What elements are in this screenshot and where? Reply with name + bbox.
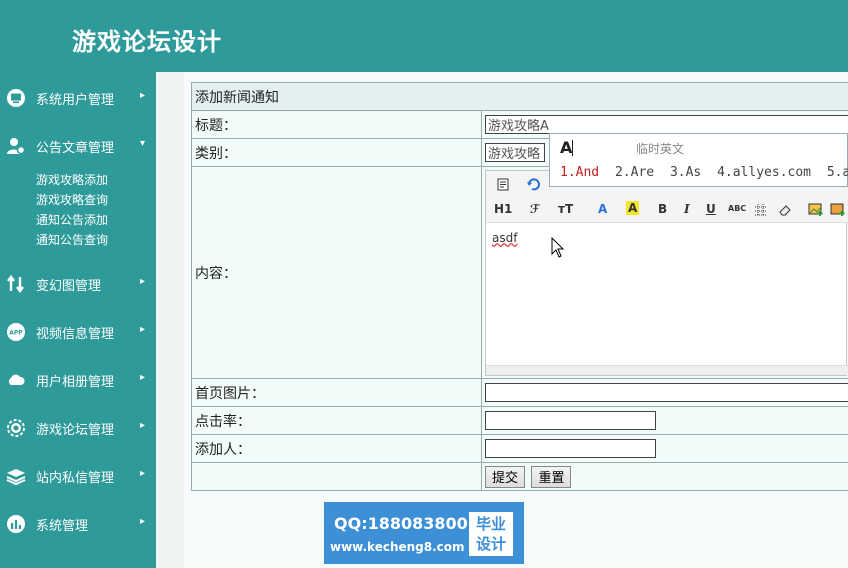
table-icon[interactable]	[754, 203, 768, 217]
bar-chart-icon	[7, 515, 25, 533]
font-size-button[interactable]: тT	[558, 202, 573, 216]
sidebar-item-system[interactable]: 系统管理 ▸	[0, 508, 156, 538]
content-gutter	[156, 72, 184, 568]
sidebar-item-label: 游戏论坛管理	[36, 423, 115, 438]
sidebar-item-label: 站内私信管理	[36, 471, 115, 486]
app-icon: APP	[7, 323, 25, 341]
submenu-item-strategy-add[interactable]: 游戏攻略添加	[36, 171, 108, 188]
watermark-badge-line1: 毕业	[475, 515, 506, 533]
font-family-button[interactable]: ℱ	[530, 202, 540, 216]
eraser-icon[interactable]	[778, 203, 792, 217]
editor-resize-bar[interactable]	[486, 364, 848, 375]
ime-candidate[interactable]: 3.As	[670, 165, 701, 180]
top-header: 游戏论坛设计	[0, 0, 848, 72]
font-color-button[interactable]: A	[598, 202, 607, 216]
sidebar-item-messages[interactable]: 站内私信管理 ▸	[0, 460, 156, 490]
adder-input[interactable]	[485, 439, 656, 458]
ime-mode-label: 临时英文	[636, 142, 685, 156]
mouse-pointer-icon	[551, 237, 565, 258]
title-input[interactable]	[485, 115, 848, 134]
sidebar: 系统用户管理 ▸ 公告文章管理 ▾ 游戏攻略添加 游戏攻略查询 通知公告添加 通…	[0, 72, 156, 568]
chevron-right-icon: ▸	[140, 90, 146, 101]
chevron-right-icon: ▸	[140, 468, 146, 479]
watermark-qq: QQ:188083800	[334, 514, 468, 533]
form-header: 添加新闻通知	[191, 82, 848, 111]
clicks-input[interactable]	[485, 411, 656, 430]
editor-toolbar-row-2: H1 ℱ тT A A B I U ABC	[486, 196, 848, 223]
category-input[interactable]	[485, 143, 545, 162]
watermark-badge: 毕业 设计	[469, 512, 513, 556]
cloud-icon	[8, 374, 25, 385]
submenu-item-notice-add[interactable]: 通知公告添加	[36, 211, 108, 228]
insert-image-icon[interactable]	[808, 203, 824, 217]
sidebar-item-system-users[interactable]: 系统用户管理 ▸	[0, 82, 156, 112]
sidebar-item-label: 用户相册管理	[36, 375, 115, 390]
submenu-item-notice-query[interactable]: 通知公告查询	[36, 231, 108, 248]
ime-caret	[572, 140, 573, 156]
sidebar-item-label: 系统管理	[36, 519, 89, 534]
insert-media-icon[interactable]	[830, 203, 846, 217]
layers-icon	[6, 469, 26, 486]
watermark-banner: QQ:188083800 www.kecheng8.com 毕业 设计	[324, 502, 524, 564]
user-gear-icon	[7, 138, 26, 155]
undo-icon[interactable]	[526, 177, 540, 191]
category-label: 类别：	[191, 138, 482, 167]
svg-text:APP: APP	[9, 330, 23, 337]
submenu-item-strategy-query[interactable]: 游戏攻略查询	[36, 191, 108, 208]
sidebar-item-label: 视频信息管理	[36, 327, 115, 342]
sidebar-item-album[interactable]: 用户相册管理 ▸	[0, 364, 156, 394]
clicks-label: 点击率：	[191, 406, 482, 435]
monitor-icon	[7, 89, 25, 107]
actions-label-cell	[191, 462, 482, 491]
bold-button[interactable]: B	[658, 202, 667, 216]
chevron-right-icon: ▸	[140, 516, 146, 527]
image-input[interactable]	[485, 383, 848, 402]
reset-button[interactable]: 重置	[531, 465, 572, 488]
chevron-right-icon: ▸	[140, 372, 146, 383]
gear-icon	[7, 419, 25, 437]
swap-arrows-icon	[7, 275, 24, 293]
sidebar-item-label: 系统用户管理	[36, 93, 115, 108]
sidebar-item-announcements[interactable]: 公告文章管理 ▾	[0, 130, 156, 160]
chevron-right-icon: ▸	[140, 276, 146, 287]
underline-button[interactable]: U	[706, 202, 716, 216]
chevron-down-icon: ▾	[140, 138, 146, 149]
sidebar-item-label: 公告文章管理	[36, 141, 115, 156]
sidebar-item-forum[interactable]: 游戏论坛管理 ▸	[0, 412, 156, 442]
content-label: 内容：	[191, 166, 482, 379]
heading-button[interactable]: H1	[494, 202, 512, 216]
title-label: 标题：	[191, 110, 482, 139]
source-code-icon[interactable]	[496, 177, 510, 191]
adder-label: 添加人：	[191, 434, 482, 463]
app-title: 游戏论坛设计	[72, 28, 222, 56]
ime-candidate[interactable]: 2.Are	[615, 165, 654, 180]
editor-content[interactable]: asdf	[492, 231, 517, 245]
chevron-right-icon: ▸	[140, 420, 146, 431]
submit-button[interactable]: 提交	[485, 465, 526, 488]
ime-candidate-popup: A 临时英文 1.And 2.Are 3.As 4.allyes.com 5.a…	[549, 133, 848, 187]
watermark-badge-line2: 设计	[475, 535, 506, 553]
strikethrough-button[interactable]: ABC	[728, 204, 746, 213]
ime-candidate[interactable]: 1.And	[560, 165, 599, 180]
highlight-color-button[interactable]: A	[626, 200, 640, 215]
chevron-right-icon: ▸	[140, 324, 146, 335]
image-label: 首页图片：	[191, 378, 482, 407]
watermark-url: www.kecheng8.com	[330, 540, 465, 554]
ime-candidate[interactable]: 4.allyes.com	[717, 165, 811, 180]
ime-candidate-list: 1.And 2.Are 3.As 4.allyes.com 5.al	[560, 165, 848, 180]
sidebar-item-carousel[interactable]: 变幻图管理 ▸	[0, 268, 156, 298]
sidebar-item-video[interactable]: APP 视频信息管理 ▸	[0, 316, 156, 346]
italic-button[interactable]: I	[684, 202, 690, 216]
sidebar-item-label: 变幻图管理	[36, 279, 102, 294]
ime-composition: A	[560, 138, 573, 157]
rich-text-editor[interactable]: H1 ℱ тT A A B I U ABC asdf	[485, 169, 848, 376]
ime-candidate[interactable]: 5.al	[827, 165, 848, 180]
